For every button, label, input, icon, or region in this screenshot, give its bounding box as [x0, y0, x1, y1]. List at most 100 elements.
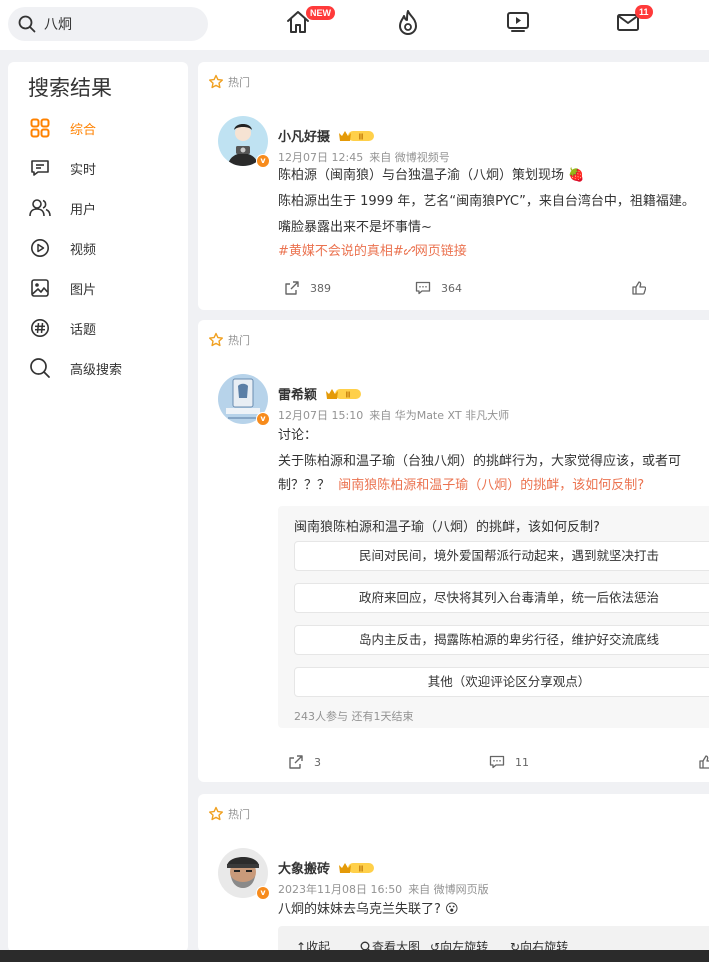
search-box[interactable]	[8, 7, 208, 41]
taskbar	[0, 950, 709, 962]
comment-icon	[489, 755, 505, 769]
share-button[interactable]: 3	[288, 754, 321, 770]
search-sidebar: 搜索结果 综合 实时 用户 视频 图片 话题 高级搜索	[8, 62, 188, 952]
poll-question: 闽南狼陈柏源和温子瑜（八炯）的挑衅，该如何反制?	[294, 520, 600, 535]
strawberry-emoji-icon: 🍓	[568, 168, 585, 183]
sidebar-item-all[interactable]: 综合	[28, 116, 96, 140]
hot-label: 热门	[208, 806, 250, 822]
post-text: 嘴脸暴露出来不是坏事情~	[278, 220, 432, 235]
hot-label: 热门	[208, 332, 250, 348]
hot-label: 热门	[208, 74, 250, 90]
share-icon	[289, 755, 303, 769]
nav-hot[interactable]	[394, 8, 422, 36]
users-icon	[28, 196, 52, 220]
user-name[interactable]: 大象搬砖 II	[278, 858, 376, 877]
star-icon	[209, 74, 223, 89]
star-icon	[209, 332, 223, 347]
hashtag-link[interactable]: #黄媒不会说的真相#	[278, 244, 404, 259]
sidebar-item-label: 用户	[70, 202, 97, 218]
search-icon	[18, 15, 36, 33]
user-name[interactable]: 雷希颖 II	[278, 384, 363, 403]
sidebar-item-label: 图片	[70, 282, 97, 298]
sidebar-item-video[interactable]: 视频	[28, 236, 96, 260]
vip-crown-icon: II	[326, 388, 362, 399]
search-input[interactable]	[44, 16, 194, 32]
post-meta: 2023年11月08日 16:50 来自 微博网页版	[278, 881, 489, 897]
chat-icon	[28, 156, 52, 180]
star-icon	[209, 806, 223, 821]
post-card: 热门 v 小凡好摄 II 12月07日 12:45 来自 微博视频号 陈柏源（闽南…	[198, 62, 709, 310]
sidebar-item-label: 综合	[70, 122, 97, 138]
image-toolbar: ↑ 收起 查看大图 ↺ 向左旋转 ↻ 向右旋转	[278, 926, 709, 952]
vip-crown-icon: II	[339, 862, 375, 873]
post-text: 制？？？ 闽南狼陈柏源和温子瑜（八炯）的挑衅，该如何反制?	[278, 478, 645, 493]
fire-icon	[399, 10, 417, 35]
post-time[interactable]: 12月07日 12:45	[278, 151, 363, 164]
vip-crown-icon: II	[339, 130, 375, 141]
post-time[interactable]: 2023年11月08日 16:50	[278, 883, 402, 896]
surprised-emoji-icon: 😮	[445, 902, 459, 917]
like-button[interactable]	[699, 755, 709, 769]
post-meta: 12月07日 12:45 来自 微博视频号	[278, 149, 450, 165]
poll-option[interactable]: 其他（欢迎评论区分享观点）	[294, 667, 709, 697]
share-button[interactable]: 389	[284, 280, 331, 296]
sidebar-item-images[interactable]: 图片	[28, 276, 96, 300]
verified-badge-icon: v	[256, 412, 270, 426]
post-card: 热门 v 雷希颖 II 12月07日 15:10 来自 华为Mate XT 非凡大…	[198, 320, 709, 782]
top-bar: NEW 11	[0, 0, 709, 50]
video-icon	[507, 12, 529, 32]
post-card: 热门 v 大象搬砖 II 2023年11月08日 16:50 来自 微博网页版 八…	[198, 794, 709, 952]
poll-option[interactable]: 岛内主反击，揭露陈柏源的卑劣行径，维护好交流底线	[294, 625, 709, 655]
search-icon	[28, 356, 52, 380]
grid-icon	[28, 116, 52, 140]
post-tags: #黄媒不会说的真相# 网页链接	[278, 242, 467, 262]
sidebar-item-label: 话题	[70, 322, 97, 338]
post-text: 八炯的妹妹去乌克兰失联了? 😮	[278, 902, 459, 917]
post-source: 来自 微博网页版	[408, 883, 489, 896]
post-source: 来自 微博视频号	[369, 151, 450, 164]
sidebar-item-users[interactable]: 用户	[28, 196, 96, 220]
post-actions: 389 364	[284, 280, 646, 296]
hashtag-icon	[28, 316, 52, 340]
image-icon	[28, 276, 52, 300]
post-text: 陈柏源（闽南狼）与台独温子渝（八炯）策划现场 🍓	[278, 168, 585, 183]
comment-icon	[415, 281, 431, 295]
mail-count-badge: 11	[635, 5, 653, 19]
user-name[interactable]: 小凡好摄 II	[278, 126, 376, 145]
svg-text:II: II	[359, 864, 363, 873]
svg-text:II: II	[359, 132, 363, 141]
sidebar-item-topics[interactable]: 话题	[28, 316, 96, 340]
nav-video[interactable]	[504, 8, 532, 36]
sidebar-title: 搜索结果	[28, 76, 112, 100]
home-new-badge: NEW	[306, 6, 335, 20]
post-actions: 3 11	[284, 754, 709, 770]
poll-card: 闽南狼陈柏源和温子瑜（八炯）的挑衅，该如何反制? 民间对民间，境外爱国帮派行动起…	[278, 506, 709, 728]
poll-option[interactable]: 政府来回应，尽快将其列入台毒清单，统一后依法惩治	[294, 583, 709, 613]
sidebar-item-advanced-search[interactable]: 高级搜索	[28, 356, 122, 380]
like-icon	[632, 281, 646, 295]
comment-button[interactable]: 364	[415, 280, 462, 296]
like-icon	[699, 755, 709, 769]
post-text: 讨论：	[278, 428, 318, 443]
post-text: 陈柏源出生于 1999 年，艺名“闽南狼PYC”，来自台湾台中，祖籍福建。	[278, 194, 695, 209]
svg-text:II: II	[346, 390, 350, 399]
verified-badge-icon: v	[256, 886, 270, 900]
like-button[interactable]	[632, 281, 646, 295]
web-link[interactable]: 网页链接	[403, 244, 467, 259]
sidebar-item-realtime[interactable]: 实时	[28, 156, 96, 180]
sidebar-item-label: 实时	[70, 162, 97, 178]
sidebar-item-label: 视频	[70, 242, 97, 258]
share-icon	[285, 281, 299, 295]
post-text: 关于陈柏源和温子瑜（台独八炯）的挑衅行为，大家觉得应该，或者可	[278, 454, 682, 469]
poll-option[interactable]: 民间对民间，境外爱国帮派行动起来，遇到就坚决打击	[294, 541, 709, 571]
post-time[interactable]: 12月07日 15:10	[278, 409, 363, 422]
post-source: 来自 华为Mate XT 非凡大师	[369, 409, 510, 422]
topic-link[interactable]: 闽南狼陈柏源和温子瑜（八炯）的挑衅，该如何反制?	[338, 478, 644, 493]
post-meta: 12月07日 15:10 来自 华为Mate XT 非凡大师	[278, 407, 509, 423]
sidebar-item-label: 高级搜索	[70, 362, 123, 378]
verified-badge-icon: v	[256, 154, 270, 168]
play-icon	[28, 236, 52, 260]
poll-footer: 243人参与 还有1天结束	[294, 710, 414, 723]
comment-button[interactable]: 11	[489, 754, 529, 770]
link-icon	[403, 246, 416, 255]
